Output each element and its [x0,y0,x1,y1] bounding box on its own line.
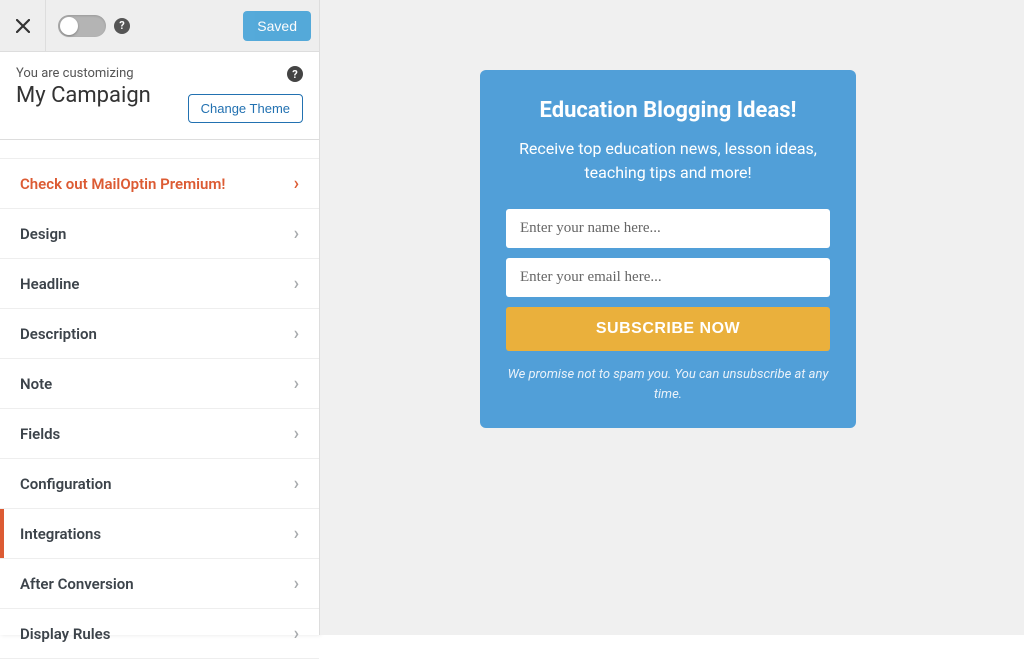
menu-item-label: Check out MailOptin Premium! [20,175,225,193]
menu-item-description[interactable]: Description › [0,309,319,359]
menu-item-display-rules[interactable]: Display Rules › [0,609,319,659]
menu-item-label: Display Rules [20,625,110,643]
customizing-label: You are customizing [16,66,151,81]
chevron-right-icon: › [294,273,299,294]
chevron-right-icon: › [294,323,299,344]
customizer-sidebar: ? Saved You are customizing My Campaign … [0,0,320,635]
menu-item-design[interactable]: Design › [0,209,319,259]
activate-toggle-wrap: ? [58,15,130,37]
optin-description: Receive top education news, lesson ideas… [506,137,830,185]
chevron-right-icon: › [294,473,299,494]
menu-item-configuration[interactable]: Configuration › [0,459,319,509]
menu-item-label: Configuration [20,475,112,493]
change-theme-button[interactable]: Change Theme [188,94,303,123]
chevron-right-icon: › [294,373,299,394]
saved-button[interactable]: Saved [243,11,311,41]
menu-item-after-conversion[interactable]: After Conversion › [0,559,319,609]
topbar: ? Saved [0,0,319,52]
email-input[interactable] [506,258,830,297]
preview-pane: Education Blogging Ideas! Receive top ed… [320,0,1024,635]
toggle-knob [60,17,78,35]
context-header: You are customizing My Campaign ? Change… [0,52,319,140]
menu-item-note[interactable]: Note › [0,359,319,409]
menu-item-premium[interactable]: Check out MailOptin Premium! › [0,159,319,209]
help-icon[interactable]: ? [287,66,303,82]
help-icon[interactable]: ? [114,18,130,34]
menu-item-label: Note [20,375,52,393]
customizer-menu: Check out MailOptin Premium! › Design › … [0,158,319,659]
menu-item-label: Design [20,225,66,243]
menu-item-headline[interactable]: Headline › [0,259,319,309]
chevron-right-icon: › [294,523,299,544]
menu-item-label: Description [20,325,97,343]
menu-item-fields[interactable]: Fields › [0,409,319,459]
chevron-right-icon: › [294,423,299,444]
chevron-right-icon: › [294,623,299,644]
menu-item-label: After Conversion [20,575,134,593]
menu-item-label: Integrations [20,525,101,543]
menu-item-label: Fields [20,425,60,443]
optin-headline: Education Blogging Ideas! [506,98,830,123]
chevron-right-icon: › [294,173,299,194]
menu-item-integrations[interactable]: Integrations › [0,509,319,559]
optin-note: We promise not to spam you. You can unsu… [506,365,830,404]
optin-form: Education Blogging Ideas! Receive top ed… [480,70,856,428]
campaign-name: My Campaign [16,83,151,108]
subscribe-button[interactable]: SUBSCRIBE NOW [506,307,830,351]
name-input[interactable] [506,209,830,248]
activate-toggle[interactable] [58,15,106,37]
chevron-right-icon: › [294,223,299,244]
chevron-right-icon: › [294,573,299,594]
close-button[interactable] [0,0,46,52]
menu-item-label: Headline [20,275,79,293]
